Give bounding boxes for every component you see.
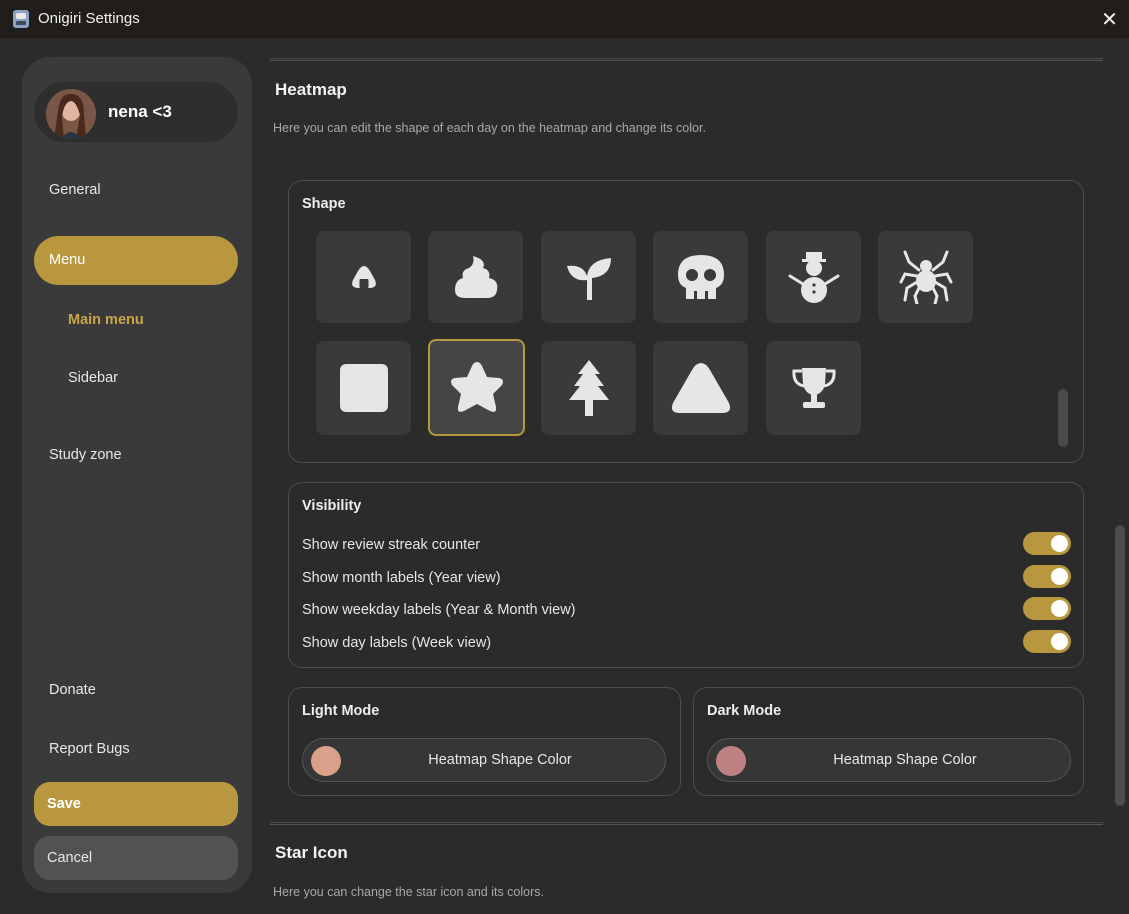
dark-mode-card: Dark Mode Heatmap Shape Color bbox=[693, 687, 1084, 796]
visibility-card: Visibility Show review streak counter Sh… bbox=[288, 482, 1084, 668]
light-mode-card: Light Mode Heatmap Shape Color bbox=[288, 687, 681, 796]
sidebar-item-sidebar[interactable]: Sidebar bbox=[68, 370, 118, 386]
avatar bbox=[46, 89, 96, 139]
title-bar: Onigiri Settings ✕ bbox=[0, 0, 1129, 38]
shape-scrollbar[interactable] bbox=[1058, 389, 1068, 447]
sidebar-item-report-bugs[interactable]: Report Bugs bbox=[49, 741, 130, 757]
square-icon[interactable] bbox=[316, 341, 411, 435]
close-icon[interactable]: ✕ bbox=[1090, 0, 1129, 38]
profile-name: nena <3 bbox=[108, 102, 172, 121]
toggle-label-weekday: Show weekday labels (Year & Month view) bbox=[302, 602, 576, 618]
cancel-button-label: Cancel bbox=[47, 850, 93, 866]
sidebar-item-label: Menu bbox=[49, 252, 86, 268]
sidebar-item-menu[interactable]: Menu bbox=[34, 236, 238, 285]
dark-heatmap-color-button[interactable]: Heatmap Shape Color bbox=[707, 738, 1071, 782]
toggle-label-streak: Show review streak counter bbox=[302, 537, 481, 553]
snowman-icon[interactable] bbox=[766, 231, 861, 323]
sidebar-item-donate[interactable]: Donate bbox=[49, 682, 96, 698]
save-button-label: Save bbox=[47, 796, 81, 812]
tree-icon[interactable] bbox=[541, 341, 636, 435]
light-color-label: Heatmap Shape Color bbox=[428, 752, 572, 768]
onigiri-icon[interactable] bbox=[316, 231, 411, 323]
toggle-review-streak[interactable] bbox=[1023, 532, 1071, 555]
visibility-title: Visibility bbox=[302, 498, 362, 514]
cancel-button[interactable]: Cancel bbox=[34, 836, 238, 880]
sidebar-item-study-zone[interactable]: Study zone bbox=[49, 447, 122, 463]
save-button[interactable]: Save bbox=[34, 782, 238, 826]
light-heatmap-color-button[interactable]: Heatmap Shape Color bbox=[302, 738, 666, 782]
toggle-label-month: Show month labels (Year view) bbox=[302, 570, 501, 586]
shape-title: Shape bbox=[302, 196, 346, 212]
spider-icon[interactable] bbox=[878, 231, 973, 323]
toggle-label-day: Show day labels (Week view) bbox=[302, 635, 492, 651]
toggle-month-labels[interactable] bbox=[1023, 565, 1071, 588]
trophy-icon[interactable] bbox=[766, 341, 861, 435]
section-divider bbox=[270, 58, 1103, 61]
sprout-icon[interactable] bbox=[541, 231, 636, 323]
main-scrollbar[interactable] bbox=[1115, 525, 1125, 806]
star-icon[interactable] bbox=[428, 339, 525, 436]
poop-icon[interactable] bbox=[428, 231, 523, 323]
settings-window: nena <3 General Menu Main menu Sidebar S… bbox=[0, 38, 1129, 914]
window-title: Onigiri Settings bbox=[38, 10, 140, 27]
toggle-weekday-labels[interactable] bbox=[1023, 597, 1071, 620]
star-icon-description: Here you can change the star icon and it… bbox=[273, 885, 544, 899]
heatmap-title: Heatmap bbox=[275, 80, 347, 99]
section-divider bbox=[270, 822, 1103, 825]
shape-card: Shape bbox=[288, 180, 1084, 463]
star-icon-title: Star Icon bbox=[275, 843, 348, 862]
sidebar-item-main-menu[interactable]: Main menu bbox=[68, 312, 144, 328]
dark-color-label: Heatmap Shape Color bbox=[833, 752, 977, 768]
skull-icon[interactable] bbox=[653, 231, 748, 323]
app-icon bbox=[13, 10, 29, 28]
triangle-icon[interactable] bbox=[653, 341, 748, 435]
profile-card[interactable]: nena <3 bbox=[34, 82, 238, 142]
sidebar: nena <3 General Menu Main menu Sidebar S… bbox=[22, 57, 252, 893]
light-mode-title: Light Mode bbox=[302, 703, 380, 719]
sidebar-item-general[interactable]: General bbox=[49, 182, 101, 198]
heatmap-description: Here you can edit the shape of each day … bbox=[273, 121, 706, 135]
dark-mode-title: Dark Mode bbox=[707, 703, 782, 719]
toggle-day-labels[interactable] bbox=[1023, 630, 1071, 653]
